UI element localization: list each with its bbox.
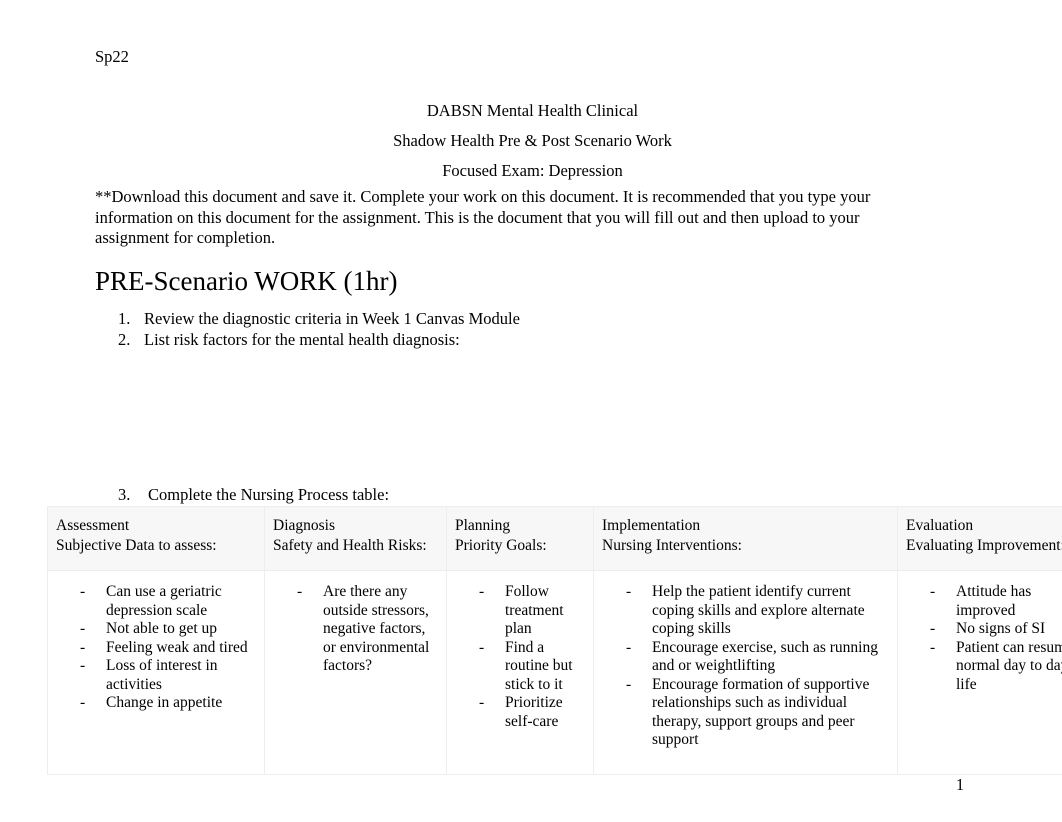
list-item: - Attitude has improved <box>904 583 1062 620</box>
task-list: 1. Review the diagnostic criteria in Wee… <box>112 309 812 350</box>
list-item-label: List risk factors for the mental health … <box>144 329 460 349</box>
bullet-marker: - <box>479 583 485 600</box>
list-item-label: Prioritize self-care <box>505 694 563 730</box>
list-item: 2. List risk factors for the mental heal… <box>112 330 812 351</box>
page-number: 1 <box>955 775 965 794</box>
list-item: - Patient can resume normal day to day li… <box>904 639 1062 695</box>
list-item-label: Not able to get up <box>106 620 218 637</box>
bullet-marker: - <box>930 638 936 656</box>
title-line-1: DABSN Mental Health Clinical <box>426 101 639 120</box>
cell-planning[interactable]: - Follow treatment plan - Find a routine bu… <box>446 570 594 775</box>
list-item-label: Complete the Nursing Process table: <box>148 485 390 504</box>
list-item: 1. Review the diagnostic criteria in Wee… <box>112 309 812 330</box>
list-item-label: No signs of SI <box>956 620 1046 637</box>
table-row: - Can use a geriatric depression scale - No… <box>47 570 1062 775</box>
list-item-number: 1. <box>118 309 131 328</box>
column-header-title: Diagnosis <box>273 517 335 534</box>
table-header-row: Assessment Subjective Data to assess: Di… <box>47 506 1062 571</box>
planning-bullet-list: - Follow treatment plan - Find a routine bu… <box>453 583 587 731</box>
list-item-label: Change in appetite <box>106 694 223 711</box>
column-header-title: Planning <box>455 517 511 534</box>
list-item-label: Are there any outside stressors, negativ… <box>323 583 430 674</box>
list-item-label: Help the patient identify current coping… <box>652 583 865 637</box>
column-header-subtitle: Evaluating Improvement: <box>906 537 1062 554</box>
bullet-marker: - <box>479 638 485 656</box>
implementation-bullet-list: - Help the patient identify current copin… <box>600 583 891 750</box>
bullet-marker: - <box>80 620 86 637</box>
cell-diagnosis[interactable]: - Are there any outside stressors, negati… <box>264 570 447 775</box>
bullet-marker: - <box>479 694 485 711</box>
column-header-diagnosis: Diagnosis Safety and Health Risks: <box>264 506 447 571</box>
list-item-label: Patient can resume normal day to day lif… <box>956 638 1062 693</box>
bullet-marker: - <box>930 583 936 600</box>
title-block: DABSN Mental Health Clinical Shadow Heal… <box>95 96 970 186</box>
bullet-marker: - <box>930 620 936 637</box>
cell-implementation[interactable]: - Help the patient identify current copin… <box>593 570 898 775</box>
list-item: - Loss of interest in activities <box>54 657 258 694</box>
title-line-3: Focused Exam: Depression <box>442 161 623 180</box>
list-item: - No signs of SI <box>904 620 1062 639</box>
column-header-subtitle: Priority Goals: <box>455 537 547 554</box>
list-item: - Change in appetite <box>54 694 258 713</box>
list-item-label: Encourage exercise, such as running and … <box>652 638 878 675</box>
bullet-marker: - <box>297 583 303 600</box>
list-item: - Encourage formation of supportive relat… <box>600 676 891 750</box>
column-header-title: Implementation <box>602 517 701 534</box>
list-item: - Are there any outside stressors, negati… <box>271 583 440 676</box>
list-item: - Follow treatment plan <box>453 583 587 639</box>
diagnosis-bullet-list: - Are there any outside stressors, negati… <box>271 583 440 676</box>
bullet-marker: - <box>80 638 86 656</box>
list-item-label: Attitude has improved <box>956 583 1032 619</box>
evaluation-bullet-list: - Attitude has improved - No signs of SI - Pa… <box>904 583 1062 694</box>
list-item-label: Find a routine but stick to it <box>505 638 573 693</box>
list-item: - Help the patient identify current copin… <box>600 583 891 639</box>
list-item-label: Can use a geriatric depression scale <box>106 583 222 619</box>
assessment-bullet-list: - Can use a geriatric depression scale - No… <box>54 583 258 713</box>
bullet-marker: - <box>80 583 86 600</box>
column-header-subtitle: Subjective Data to assess: <box>56 537 217 554</box>
nursing-process-table: Assessment Subjective Data to assess: Di… <box>47 506 1062 775</box>
cell-evaluation[interactable]: - Attitude has improved - No signs of SI - Pa… <box>897 570 1062 775</box>
column-header-subtitle: Safety and Health Risks: <box>273 537 427 554</box>
column-header-subtitle: Nursing Interventions: <box>602 537 742 554</box>
list-item: - Not able to get up <box>54 620 258 639</box>
bullet-marker: - <box>80 694 86 711</box>
document-header-label: Sp22 <box>95 47 129 66</box>
list-item-number: 2. <box>118 329 131 349</box>
list-item-label: Feeling weak and tired <box>106 638 248 656</box>
list-item: 3. Complete the Nursing Process table: <box>112 485 812 506</box>
column-header-planning: Planning Priority Goals: <box>446 506 594 571</box>
list-item-label: Loss of interest in activities <box>106 657 218 693</box>
column-header-assessment: Assessment Subjective Data to assess: <box>47 506 265 571</box>
list-item-number: 3. <box>118 485 131 504</box>
title-line-2: Shadow Health Pre & Post Scenario Work <box>393 131 672 150</box>
column-header-evaluation: Evaluation Evaluating Improvement: <box>897 506 1062 571</box>
column-header-title: Assessment <box>56 517 130 534</box>
list-item: - Feeling weak and tired <box>54 639 258 658</box>
column-header-implementation: Implementation Nursing Interventions: <box>593 506 898 571</box>
bullet-marker: - <box>626 583 632 600</box>
bullet-marker: - <box>626 638 632 656</box>
list-item-label: Encourage formation of supportive relati… <box>652 675 870 749</box>
cell-assessment[interactable]: - Can use a geriatric depression scale - No… <box>47 570 265 775</box>
list-item: - Prioritize self-care <box>453 694 587 731</box>
list-item: - Find a routine but stick to it <box>453 639 587 695</box>
bullet-marker: - <box>80 657 86 674</box>
page-title: PRE-Scenario WORK (1hr) <box>95 266 398 296</box>
document-page: Sp22 DABSN Mental Health Clinical Shadow… <box>0 0 1062 822</box>
list-item-label: Review the diagnostic criteria in Week 1… <box>144 309 520 328</box>
instructions-paragraph: **Download this document and save it. Co… <box>95 187 871 247</box>
list-item: - Encourage exercise, such as running and… <box>600 639 891 676</box>
list-item: - Can use a geriatric depression scale <box>54 583 258 620</box>
list-item-label: Follow treatment plan <box>505 583 564 637</box>
bullet-marker: - <box>626 675 632 693</box>
column-header-title: Evaluation <box>906 517 974 534</box>
